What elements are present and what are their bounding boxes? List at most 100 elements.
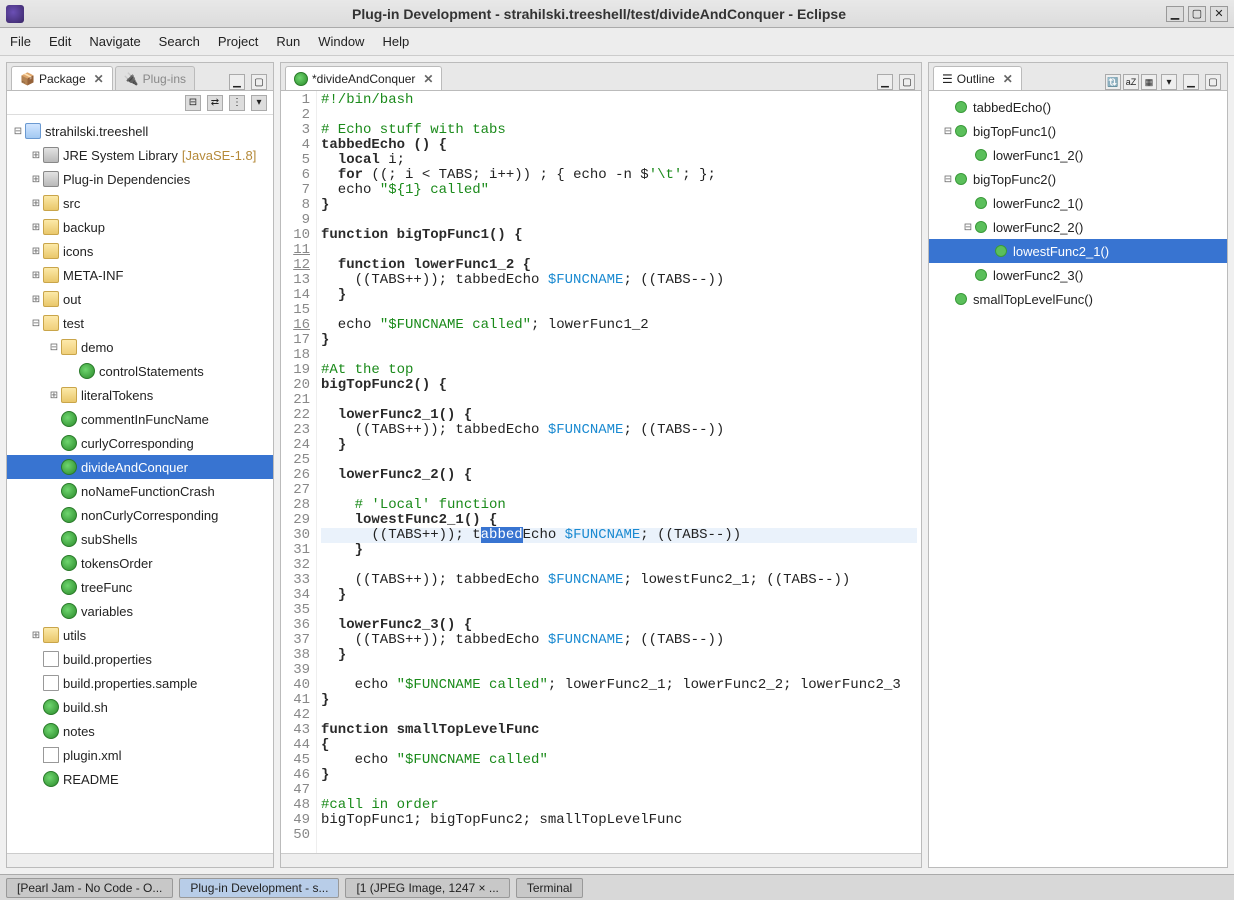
tree-item[interactable]: subShells [7, 527, 273, 551]
close-button[interactable]: ✕ [1210, 6, 1228, 22]
code-line[interactable]: function bigTopFunc1() { [321, 228, 917, 243]
code-line[interactable]: function smallTopLevelFunc [321, 723, 917, 738]
code-line[interactable]: #At the top [321, 363, 917, 378]
tree-item[interactable]: treeFunc [7, 575, 273, 599]
expand-icon[interactable]: ⊟ [11, 126, 25, 137]
project-root[interactable]: ⊟strahilski.treeshell [7, 119, 273, 143]
code-line[interactable]: local i; [321, 153, 917, 168]
code-line[interactable]: echo "$FUNCNAME called"; lowerFunc2_1; l… [321, 678, 917, 693]
menu-edit[interactable]: Edit [49, 34, 71, 49]
code-line[interactable]: } [321, 288, 917, 303]
code-line[interactable] [321, 708, 917, 723]
plugin-deps[interactable]: ⊞Plug-in Dependencies [7, 167, 273, 191]
minimize-view-button[interactable]: ▁ [229, 74, 245, 90]
code-line[interactable]: bigTopFunc1; bigTopFunc2; smallTopLevelF… [321, 813, 917, 828]
expand-icon[interactable]: ⊞ [29, 270, 43, 281]
menu-window[interactable]: Window [318, 34, 364, 49]
view-menu-icon[interactable]: ▾ [1161, 74, 1177, 90]
code-line[interactable]: } [321, 438, 917, 453]
tab-package[interactable]: 📦 Package ✕ [11, 66, 113, 90]
menu-run[interactable]: Run [276, 34, 300, 49]
expand-icon[interactable]: ⊞ [29, 246, 43, 257]
outline-item[interactable]: ⊟bigTopFunc2() [929, 167, 1227, 191]
tree-item[interactable]: ⊞literalTokens [7, 383, 273, 407]
outline-item[interactable]: tabbedEcho() [929, 95, 1227, 119]
maximize-button[interactable]: ▢ [1188, 6, 1206, 22]
code-line[interactable]: for ((; i < TABS; i++)) ; { echo -n $'\t… [321, 168, 917, 183]
code-line[interactable]: # Echo stuff with tabs [321, 123, 917, 138]
scrollbar-horizontal[interactable] [281, 853, 921, 867]
expand-icon[interactable]: ⊟ [941, 174, 955, 185]
code-line[interactable] [321, 453, 917, 468]
code-line[interactable]: function lowerFunc1_2 { [321, 258, 917, 273]
outline-item[interactable]: lowerFunc2_3() [929, 263, 1227, 287]
code-line[interactable]: lowerFunc2_3() { [321, 618, 917, 633]
tree-item[interactable]: ⊞out [7, 287, 273, 311]
tree-item[interactable]: tokensOrder [7, 551, 273, 575]
minimize-view-button[interactable]: ▁ [877, 74, 893, 90]
taskbar-item[interactable]: Plug-in Development - s... [179, 878, 339, 898]
editor-body[interactable]: 1234567891011121314151617181920212223242… [281, 91, 921, 853]
outline-tree[interactable]: tabbedEcho()⊟bigTopFunc1()lowerFunc1_2()… [929, 91, 1227, 867]
code-line[interactable]: #!/bin/bash [321, 93, 917, 108]
code-line[interactable] [321, 243, 917, 258]
code-line[interactable] [321, 663, 917, 678]
tree-item[interactable]: build.sh [7, 695, 273, 719]
tree-item[interactable]: nonCurlyCorresponding [7, 503, 273, 527]
expand-icon[interactable]: ⊞ [29, 630, 43, 641]
code-line[interactable]: lowestFunc2_1() { [321, 513, 917, 528]
code-line[interactable]: ((TABS++)); tabbedEcho $FUNCNAME; lowest… [321, 573, 917, 588]
outline-item[interactable]: smallTopLevelFunc() [929, 287, 1227, 311]
expand-icon[interactable]: ⊞ [29, 174, 43, 185]
tree-item[interactable]: variables [7, 599, 273, 623]
tree-item[interactable]: build.properties.sample [7, 671, 273, 695]
maximize-view-button[interactable]: ▢ [251, 74, 267, 90]
code-line[interactable]: } [321, 333, 917, 348]
link-editor-icon[interactable]: ⇄ [207, 95, 223, 111]
outline-item[interactable]: lowestFunc2_1() [929, 239, 1227, 263]
expand-icon[interactable]: ⊞ [29, 198, 43, 209]
tree-item[interactable]: README [7, 767, 273, 791]
tree-item[interactable]: ⊞src [7, 191, 273, 215]
code-line[interactable] [321, 783, 917, 798]
menu-file[interactable]: File [10, 34, 31, 49]
code-line[interactable]: ((TABS++)); tabbedEcho $FUNCNAME; ((TABS… [321, 423, 917, 438]
code-area[interactable]: #!/bin/bash # Echo stuff with tabstabbed… [317, 91, 921, 853]
taskbar-item[interactable]: [1 (JPEG Image, 1247 × ... [345, 878, 509, 898]
sort-icon[interactable]: 🔃 [1105, 74, 1121, 90]
code-line[interactable]: } [321, 543, 917, 558]
code-line[interactable]: echo "${1} called" [321, 183, 917, 198]
tree-item[interactable]: ⊞META-INF [7, 263, 273, 287]
expand-icon[interactable]: ⊟ [961, 222, 975, 233]
tree-item[interactable]: ⊞backup [7, 215, 273, 239]
expand-icon[interactable]: ⊟ [29, 318, 43, 329]
sort-alpha-icon[interactable]: aZ [1123, 74, 1139, 90]
tree-item[interactable]: ⊟demo [7, 335, 273, 359]
menu-project[interactable]: Project [218, 34, 258, 49]
minimize-button[interactable]: ▁ [1166, 6, 1184, 22]
code-line[interactable]: } [321, 588, 917, 603]
tree-item[interactable]: notes [7, 719, 273, 743]
collapse-all-icon[interactable]: ⊟ [185, 95, 201, 111]
code-line[interactable] [321, 603, 917, 618]
code-line[interactable]: lowerFunc2_2() { [321, 468, 917, 483]
menu-search[interactable]: Search [159, 34, 200, 49]
tab-editor-file[interactable]: *divideAndConquer ✕ [285, 66, 442, 90]
scrollbar-horizontal[interactable] [7, 853, 273, 867]
code-line[interactable] [321, 828, 917, 843]
tree-item[interactable]: noNameFunctionCrash [7, 479, 273, 503]
tree-item-selected[interactable]: divideAndConquer [7, 455, 273, 479]
tree-item[interactable]: ⊟test [7, 311, 273, 335]
code-line[interactable]: echo "$FUNCNAME called"; lowerFunc1_2 [321, 318, 917, 333]
code-line[interactable] [321, 483, 917, 498]
code-line[interactable]: echo "$FUNCNAME called" [321, 753, 917, 768]
code-line[interactable]: tabbedEcho () { [321, 138, 917, 153]
package-tree[interactable]: ⊟strahilski.treeshell⊞JRE System Library… [7, 115, 273, 853]
code-line[interactable]: } [321, 693, 917, 708]
tree-item[interactable]: commentInFuncName [7, 407, 273, 431]
maximize-view-button[interactable]: ▢ [1205, 74, 1221, 90]
taskbar-item[interactable]: [Pearl Jam - No Code - O... [6, 878, 173, 898]
code-line[interactable] [321, 213, 917, 228]
code-line[interactable]: # 'Local' function [321, 498, 917, 513]
tree-item[interactable]: controlStatements [7, 359, 273, 383]
